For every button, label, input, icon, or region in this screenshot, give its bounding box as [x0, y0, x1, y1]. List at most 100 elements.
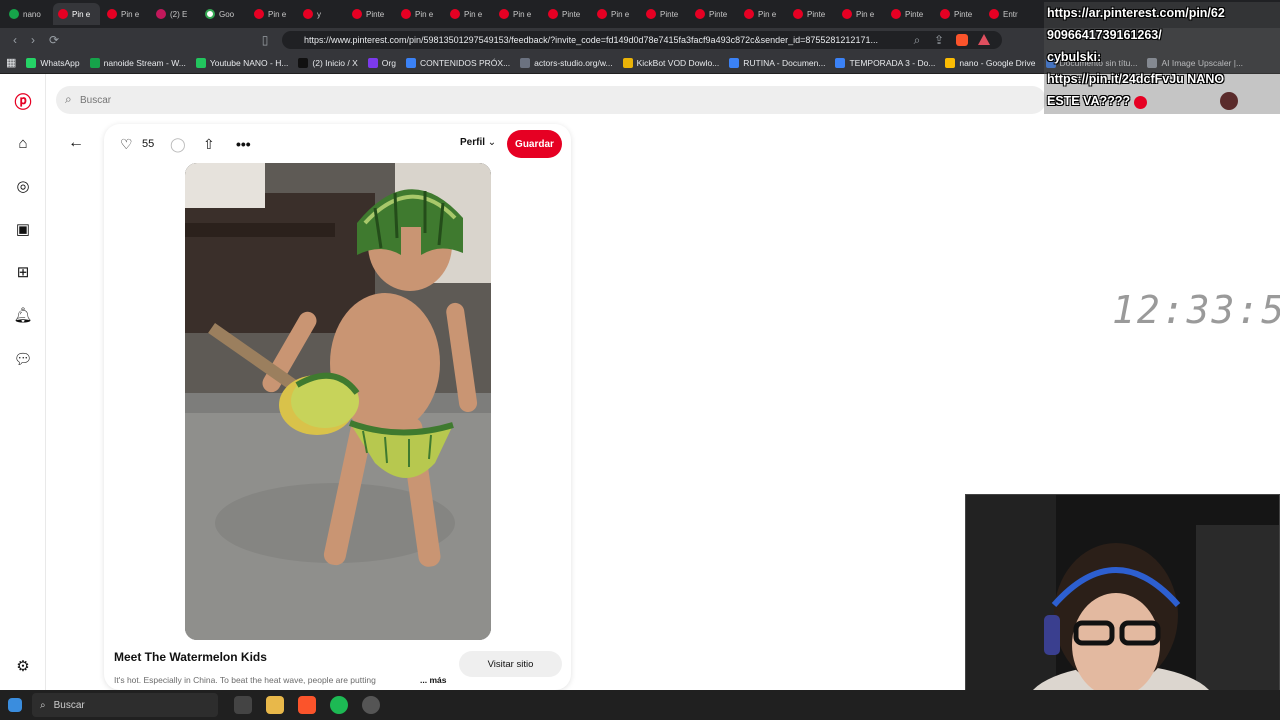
- spotify-icon[interactable]: [330, 696, 348, 714]
- browser-tab[interactable]: Pinte: [347, 3, 394, 25]
- heart-icon[interactable]: ♡: [120, 134, 133, 154]
- share-upload-icon[interactable]: ⇧: [203, 134, 215, 154]
- bookmark-item[interactable]: nanoide Stream - W...: [89, 57, 186, 68]
- home-icon[interactable]: ⌂: [13, 133, 33, 153]
- bookmark-label: Youtube NANO - H...: [209, 57, 289, 68]
- messages-icon[interactable]: 💬︎: [13, 349, 33, 369]
- tab-favicon-icon: [695, 9, 705, 19]
- tab-label: Pinte: [709, 9, 728, 19]
- bookmark-favicon-icon: [729, 57, 740, 68]
- browser-tab[interactable]: Pin e: [445, 3, 492, 25]
- back-nav-icon[interactable]: ‹: [6, 31, 24, 49]
- brave-rewards-icon[interactable]: [978, 34, 990, 45]
- chat-line-4: https://pin.it/24dcfFvJu NANO: [1047, 72, 1225, 86]
- more-link[interactable]: ... más: [420, 675, 446, 685]
- share-icon[interactable]: ⇪: [930, 31, 948, 49]
- like-count: 55: [142, 138, 155, 150]
- bookmark-item[interactable]: Youtube NANO - H...: [195, 57, 289, 68]
- forward-nav-icon[interactable]: ›: [24, 31, 42, 49]
- bookmark-favicon-icon: [405, 57, 416, 68]
- browser-tab[interactable]: (2) E: [151, 3, 198, 25]
- tab-favicon-icon: [9, 9, 19, 19]
- browser-tab[interactable]: Pin e: [837, 3, 884, 25]
- browser-tab[interactable]: Pin e: [249, 3, 296, 25]
- bookmark-item[interactable]: TEMPORADA 3 - Do...: [835, 57, 936, 68]
- browser-tab[interactable]: Pinte: [543, 3, 590, 25]
- bookmark-label: Org: [381, 57, 396, 68]
- browser-tab[interactable]: Pinte: [886, 3, 933, 25]
- tab-label: Pinte: [807, 9, 826, 19]
- bookmark-item[interactable]: CONTENIDOS PRÓX...: [405, 57, 511, 68]
- tab-favicon-icon: [450, 9, 460, 19]
- browser-tab[interactable]: Pin e: [396, 3, 443, 25]
- tab-label: Pinte: [954, 9, 973, 19]
- bookmark-item[interactable]: RUTINA - Documen...: [729, 57, 825, 68]
- browser-tab[interactable]: Pin e: [102, 3, 149, 25]
- brave-shield-icon[interactable]: [956, 34, 968, 46]
- tab-favicon-icon: [107, 9, 117, 19]
- file-explorer-icon[interactable]: [266, 696, 284, 714]
- reload-icon[interactable]: ⟳: [45, 31, 63, 49]
- browser-tab[interactable]: Pinte: [641, 3, 688, 25]
- tab-favicon-icon: [793, 9, 803, 19]
- back-arrow-icon[interactable]: ←: [66, 132, 86, 154]
- tab-label: Pin e: [611, 9, 630, 19]
- pinterest-logo-icon[interactable]: ⓟ: [13, 90, 33, 112]
- tab-favicon-icon: [940, 9, 950, 19]
- browser-tab[interactable]: Pin e: [53, 3, 100, 25]
- pin-image[interactable]: [185, 163, 491, 640]
- bookmark-item[interactable]: WhatsApp: [26, 57, 80, 68]
- zoom-icon[interactable]: ⌕: [908, 31, 926, 49]
- explore-icon[interactable]: ◎: [13, 176, 33, 196]
- taskbar-search[interactable]: ⌕ Buscar: [32, 693, 218, 717]
- browser-tab[interactable]: y: [298, 3, 345, 25]
- search-icon: ⌕: [65, 92, 72, 106]
- obs-icon[interactable]: [362, 696, 380, 714]
- bookmark-icon[interactable]: ▯: [256, 31, 274, 49]
- task-view-icon[interactable]: [234, 696, 252, 714]
- browser-tab[interactable]: Entr: [984, 3, 1031, 25]
- bookmark-item[interactable]: (2) Inicio / X: [298, 57, 358, 68]
- browser-tab[interactable]: Pinte: [690, 3, 737, 25]
- browser-tab[interactable]: Goo: [200, 3, 247, 25]
- bookmark-label: CONTENIDOS PRÓX...: [419, 57, 511, 68]
- bookmark-label: TEMPORADA 3 - Do...: [849, 57, 936, 68]
- browser-tab[interactable]: Pinte: [788, 3, 835, 25]
- comment-icon[interactable]: ◯: [170, 134, 186, 154]
- bookmark-item[interactable]: Org: [367, 57, 396, 68]
- tab-favicon-icon: [303, 9, 313, 19]
- browser-tab[interactable]: nano: [4, 3, 51, 25]
- tab-label: (2) E: [170, 9, 188, 19]
- bookmark-item[interactable]: actors-studio.org/w...: [520, 57, 613, 68]
- tab-favicon-icon: [205, 9, 215, 19]
- board-select[interactable]: Perfil ⌄: [460, 137, 496, 148]
- tab-label: Pin e: [513, 9, 532, 19]
- create-icon[interactable]: ⊞: [13, 262, 33, 282]
- boards-icon[interactable]: ▣: [13, 219, 33, 239]
- settings-gear-icon[interactable]: ⚙: [13, 656, 33, 676]
- chat-username: cybulski:: [1047, 50, 1102, 64]
- browser-tab[interactable]: Pin e: [494, 3, 541, 25]
- url-field[interactable]: https://www.pinterest.com/pin/5981350129…: [282, 31, 1002, 49]
- avatar[interactable]: [1220, 92, 1238, 110]
- windows-start-icon[interactable]: [8, 698, 22, 712]
- chat-line-2: 9096641739161263/: [1047, 28, 1162, 42]
- bookmark-label: (2) Inicio / X: [312, 57, 358, 68]
- browser-tab[interactable]: Pin e: [739, 3, 786, 25]
- visit-site-button[interactable]: Visitar sitio: [459, 651, 562, 677]
- browser-tab[interactable]: Pinte: [935, 3, 982, 25]
- pinterest-emote-icon: [1134, 96, 1147, 109]
- bookmark-favicon-icon: [622, 57, 633, 68]
- notifications-icon[interactable]: 🔔︎: [13, 305, 33, 325]
- stream-clock: 12:33:52: [1112, 288, 1280, 332]
- more-options-icon[interactable]: •••: [236, 134, 251, 154]
- bookmark-item[interactable]: KickBot VOD Dowlo...: [622, 57, 719, 68]
- tab-favicon-icon: [401, 9, 411, 19]
- tab-label: Pinte: [366, 9, 385, 19]
- apps-grid-icon[interactable]: ▦: [6, 56, 16, 69]
- bookmark-item[interactable]: nano - Google Drive: [945, 57, 1036, 68]
- browser-tab[interactable]: Pin e: [592, 3, 639, 25]
- save-button[interactable]: Guardar: [507, 130, 562, 158]
- search-input[interactable]: [80, 90, 980, 110]
- brave-browser-icon[interactable]: [298, 696, 316, 714]
